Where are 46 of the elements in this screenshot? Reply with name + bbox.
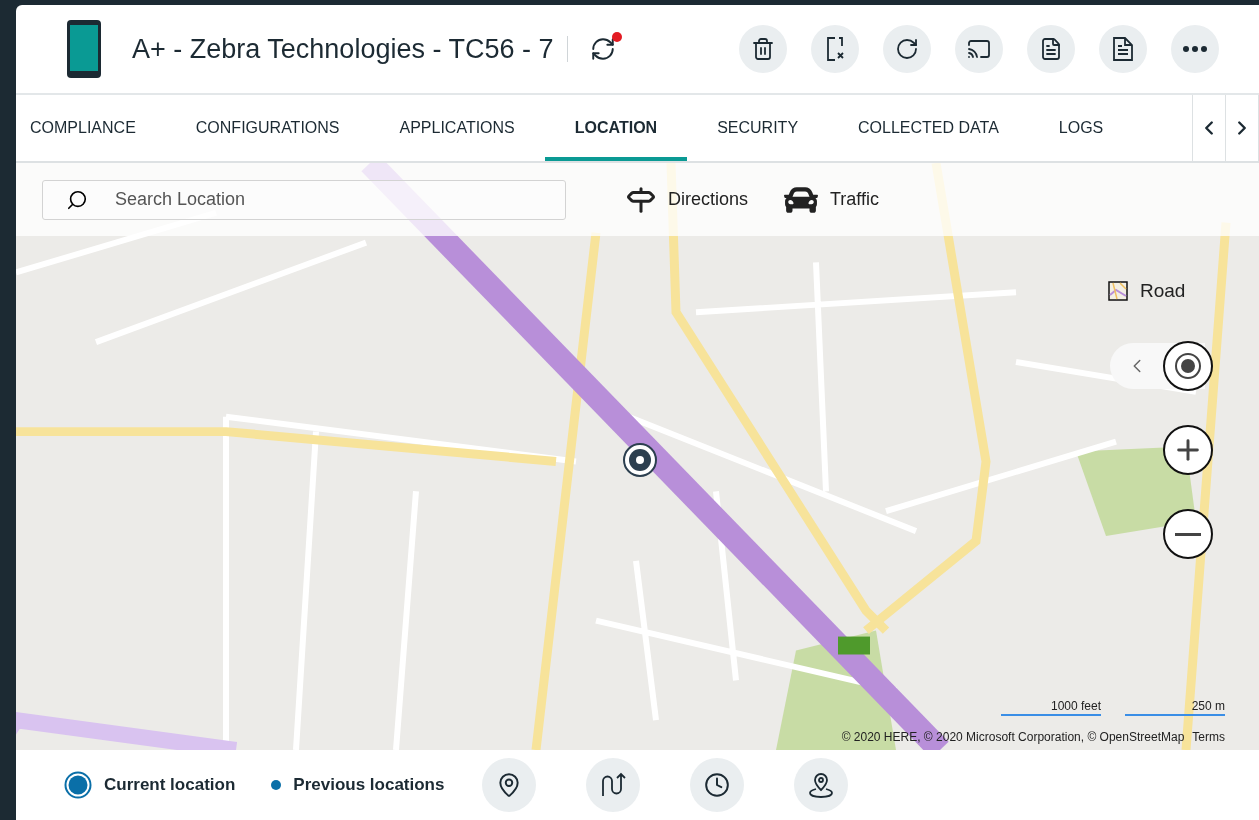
copyright-text: © 2020 HERE, © 2020 Microsoft Corporation, © OpenStreetMap bbox=[841, 730, 1185, 744]
previous-location-icon bbox=[271, 780, 282, 790]
clock-icon bbox=[704, 772, 731, 798]
route-icon bbox=[599, 771, 628, 799]
trash-icon bbox=[751, 37, 775, 61]
tab[interactable]: SECURITY bbox=[687, 95, 829, 161]
scale-bar: 1000 feet bbox=[1001, 699, 1101, 716]
sync-icon[interactable] bbox=[590, 36, 617, 62]
minus-icon bbox=[1175, 532, 1201, 536]
directions-button[interactable]: Directions bbox=[626, 182, 749, 217]
area-button[interactable] bbox=[794, 758, 849, 812]
terms-link[interactable]: Terms bbox=[1192, 730, 1225, 744]
tab[interactable]: APPLICATIONS bbox=[369, 95, 545, 161]
reboot-button[interactable] bbox=[883, 25, 931, 73]
scale-bar: 250 m bbox=[1125, 699, 1225, 716]
report-icon bbox=[1039, 37, 1063, 61]
current-location-icon bbox=[64, 771, 92, 799]
current-location-marker bbox=[622, 442, 658, 478]
device-title: A+ - Zebra Technologies - TC56 - 7 bbox=[132, 33, 554, 65]
pin-area-icon bbox=[807, 771, 836, 799]
map-type-button[interactable]: Road bbox=[1108, 280, 1186, 302]
report-button[interactable] bbox=[1027, 25, 1075, 73]
cast-button[interactable] bbox=[955, 25, 1003, 73]
tab[interactable]: LOGS bbox=[1028, 95, 1134, 161]
wipe-button[interactable] bbox=[811, 25, 859, 73]
more-button[interactable] bbox=[1171, 25, 1219, 73]
tab[interactable]: COLLECTED DATA bbox=[828, 95, 1029, 161]
phone-icon bbox=[66, 19, 102, 79]
road-map-icon bbox=[1108, 281, 1128, 301]
more-icon bbox=[1183, 46, 1207, 52]
document-icon bbox=[1112, 36, 1134, 62]
traffic-button[interactable]: Traffic bbox=[784, 182, 880, 217]
legend-label: Current location bbox=[104, 775, 236, 795]
legend-label: Previous locations bbox=[293, 775, 445, 795]
signpost-icon bbox=[626, 184, 656, 215]
reboot-icon bbox=[895, 37, 919, 61]
delete-button[interactable] bbox=[739, 25, 787, 73]
history-button[interactable] bbox=[690, 758, 745, 812]
route-button[interactable] bbox=[586, 758, 641, 812]
document-button[interactable] bbox=[1099, 25, 1147, 73]
search-field[interactable]: Search Location bbox=[42, 179, 566, 220]
tab[interactable]: COMPLIANCE bbox=[16, 95, 166, 161]
tab[interactable]: CONFIGURATIONS bbox=[165, 95, 370, 161]
cast-icon bbox=[967, 37, 991, 61]
target-icon bbox=[1174, 352, 1202, 380]
search-icon bbox=[66, 188, 88, 211]
